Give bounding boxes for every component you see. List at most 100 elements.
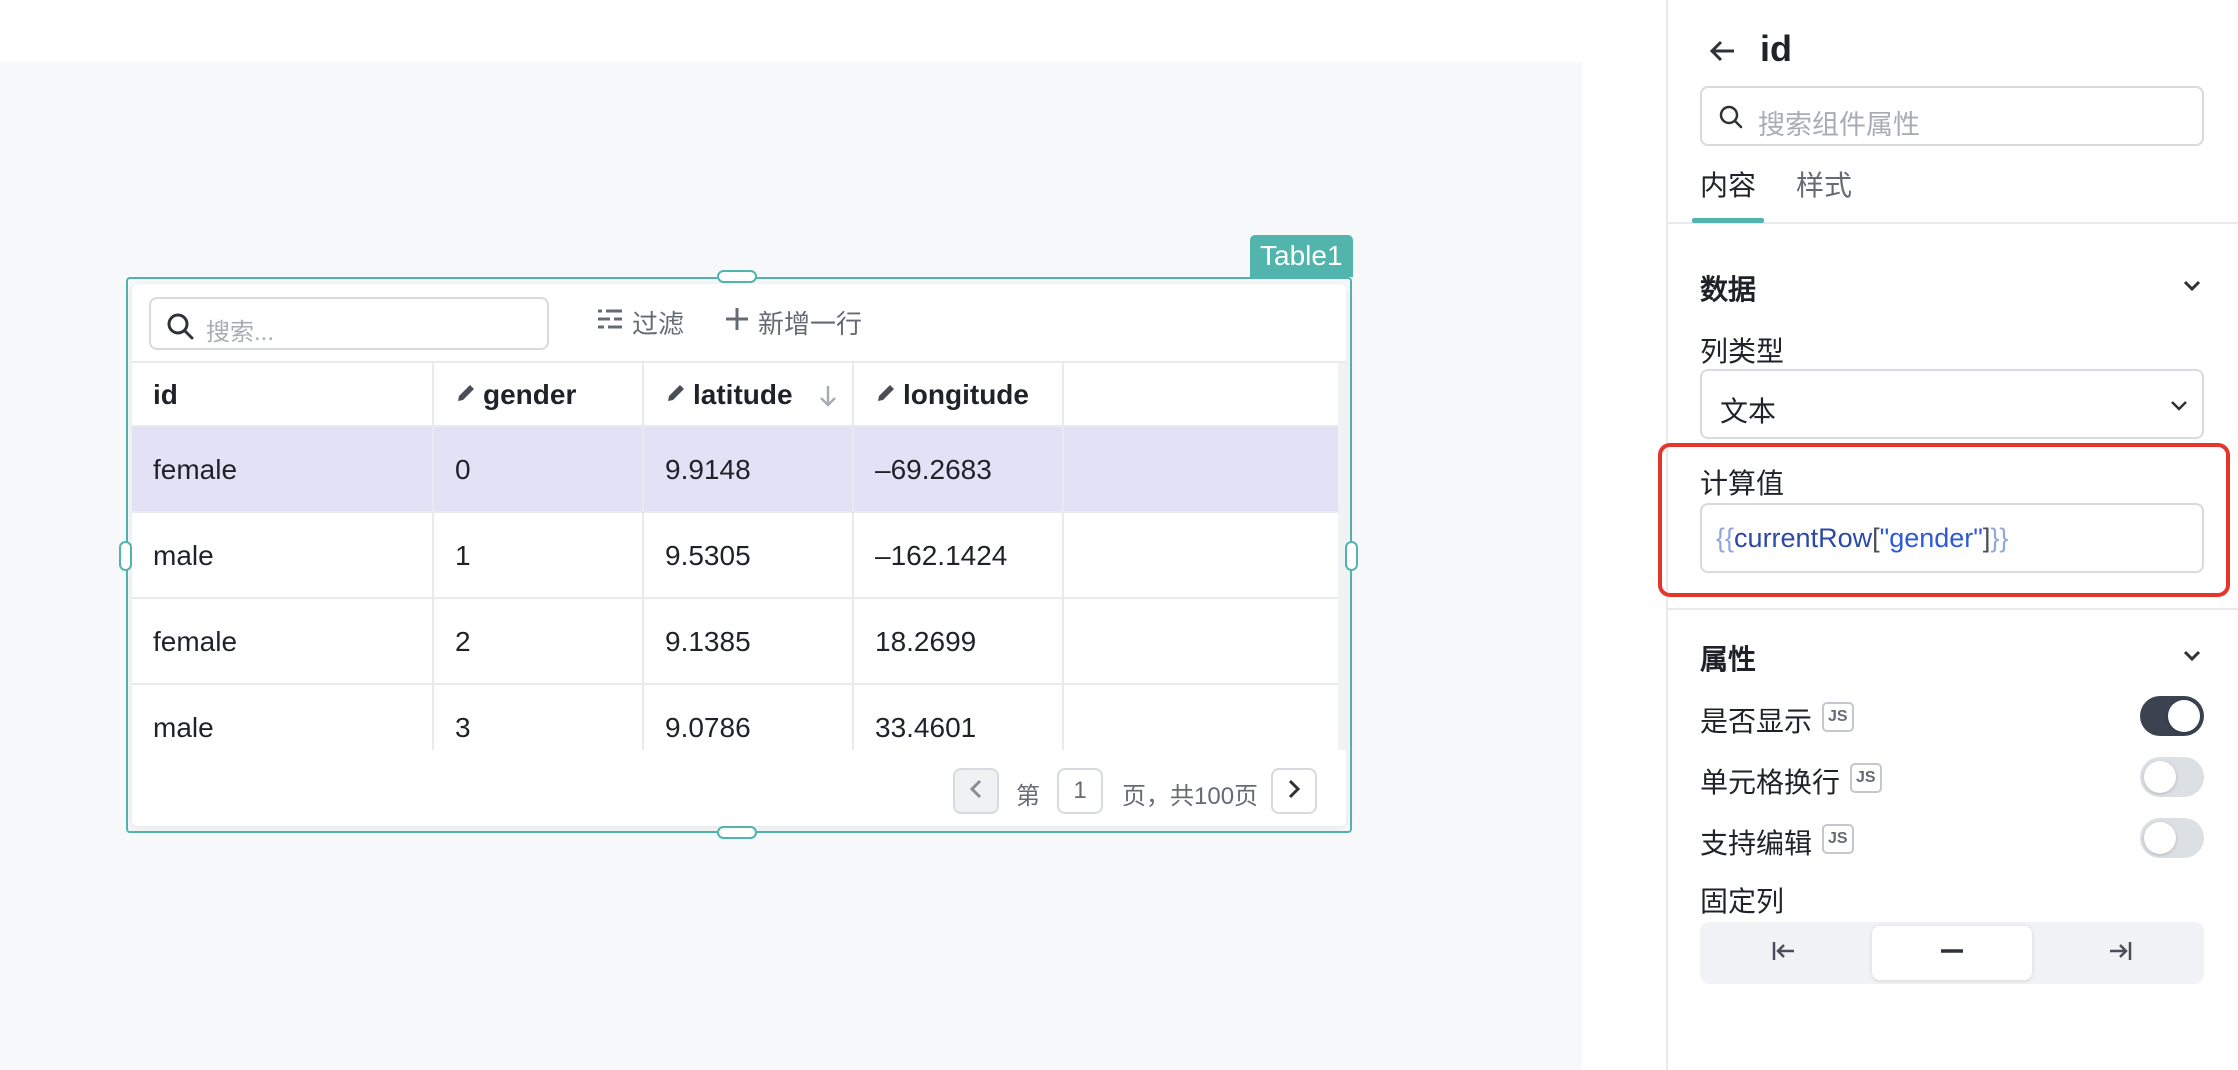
column-type-label: 列类型 — [1700, 336, 1785, 367]
table-cell[interactable]: 1 — [434, 513, 471, 599]
filter-button[interactable]: 过滤 — [596, 304, 684, 340]
column-header-latitude[interactable]: latitude — [644, 363, 854, 427]
column-divider[interactable] — [852, 363, 854, 750]
column-type-select[interactable]: 文本 — [1700, 369, 2204, 439]
table-cell[interactable]: –162.1424 — [854, 513, 1007, 599]
table-cell[interactable]: female — [132, 599, 237, 685]
column-header-longitude[interactable]: longitude — [854, 363, 1029, 427]
table-cell[interactable]: 18.2699 — [854, 599, 976, 685]
resize-handle-right[interactable] — [1345, 541, 1358, 571]
table-cell[interactable]: 0 — [434, 427, 471, 513]
page-number-input[interactable]: 1 — [1057, 768, 1103, 814]
pagination-total: 页，共100页 — [1122, 783, 1259, 810]
table-cell[interactable]: 9.1385 — [644, 599, 751, 685]
prop-row-visible: 是否显示 JS — [1700, 696, 2204, 740]
table-cell[interactable]: male — [132, 513, 214, 599]
active-tab-indicator — [1692, 218, 1764, 223]
editable-toggle[interactable] — [2140, 818, 2204, 858]
no-pin-button[interactable] — [1872, 926, 2032, 980]
edit-pencil-icon — [665, 379, 693, 411]
resize-handle-top[interactable] — [717, 270, 757, 283]
chevron-down-icon — [2168, 395, 2190, 422]
js-badge[interactable]: JS — [1822, 702, 1854, 732]
toggle-knob — [2144, 761, 2176, 793]
column-divider[interactable] — [642, 363, 644, 750]
resize-handle-left[interactable] — [119, 541, 132, 571]
property-search-input[interactable]: 搜索组件属性 — [1700, 86, 2204, 146]
chevron-right-icon — [1285, 778, 1303, 805]
toggle-knob — [2168, 700, 2200, 732]
column-header-label: gender — [483, 379, 577, 410]
column-header-label: longitude — [903, 379, 1029, 410]
chevron-left-icon — [967, 778, 985, 805]
table-cell[interactable]: 9.9148 — [644, 427, 751, 513]
table-cell[interactable]: 9.0786 — [644, 685, 751, 750]
prop-label: 支持编辑 — [1700, 828, 1813, 859]
table-search-placeholder: 搜索... — [206, 319, 275, 346]
table-search-input[interactable]: 搜索... — [149, 297, 549, 350]
js-badge[interactable]: JS — [1822, 824, 1854, 854]
back-arrow-icon[interactable] — [1708, 36, 1738, 71]
tab-style[interactable]: 样式 — [1796, 164, 1852, 204]
table-component[interactable]: 搜索... 过滤 新增一行 id gender latitude longitu… — [132, 284, 1346, 826]
prop-label: 是否显示 — [1700, 706, 1813, 737]
table-row[interactable]: male 1 9.5305 –162.1424 — [132, 513, 1338, 599]
table-body: female 0 9.9148 –69.2683 male 1 9.5305 –… — [132, 427, 1346, 750]
prop-row-wrap: 单元格换行 JS — [1700, 757, 2204, 801]
filter-icon — [596, 307, 632, 338]
tab-content[interactable]: 内容 — [1700, 164, 1756, 204]
section-divider — [1668, 608, 2238, 610]
table-row[interactable]: female 2 9.1385 18.2699 — [132, 599, 1338, 685]
table-cell[interactable]: 33.4601 — [854, 685, 976, 750]
panel-tabs: 内容 样式 — [1668, 160, 2238, 224]
column-header-id[interactable]: id — [132, 363, 178, 427]
component-name-tag[interactable]: Table1 — [1250, 235, 1353, 277]
table-cell[interactable]: 9.5305 — [644, 513, 751, 599]
prop-label: 单元格换行 — [1700, 767, 1841, 798]
js-badge[interactable]: JS — [1850, 763, 1882, 793]
table-header: id gender latitude longitude — [132, 363, 1346, 427]
chevron-down-icon[interactable] — [2180, 644, 2204, 673]
no-pin-icon — [1938, 939, 1966, 968]
column-type-value: 文本 — [1720, 396, 1777, 427]
property-search-placeholder: 搜索组件属性 — [1758, 110, 1920, 140]
search-icon — [1718, 104, 1744, 135]
table-row[interactable]: female 0 9.9148 –69.2683 — [132, 427, 1338, 513]
table-cell[interactable]: –69.2683 — [854, 427, 992, 513]
table-row[interactable]: male 3 9.0786 33.4601 — [132, 685, 1338, 750]
column-header-gender[interactable]: gender — [434, 363, 576, 427]
section-title-props[interactable]: 属性 — [1700, 638, 1756, 678]
add-row-button[interactable]: 新增一行 — [724, 304, 862, 340]
edit-pencil-icon — [455, 379, 483, 411]
pin-right-button[interactable] — [2040, 926, 2200, 980]
pin-left-button[interactable] — [1704, 926, 1864, 980]
toggle-knob — [2144, 822, 2176, 854]
search-icon — [165, 311, 195, 346]
column-divider[interactable] — [1062, 363, 1064, 750]
pagination-prefix: 第 — [1016, 783, 1040, 810]
prop-row-editable: 支持编辑 JS — [1700, 818, 2204, 862]
sort-desc-icon[interactable] — [818, 383, 844, 415]
column-divider[interactable] — [432, 363, 434, 750]
plus-icon — [724, 306, 758, 339]
filter-label: 过滤 — [632, 308, 685, 339]
prev-page-button[interactable] — [953, 768, 999, 814]
pin-right-icon — [2106, 939, 2134, 968]
panel-title: id — [1760, 28, 1792, 69]
resize-handle-bottom[interactable] — [717, 826, 757, 839]
fixed-column-segmented — [1700, 922, 2204, 984]
pin-left-icon — [1770, 939, 1798, 968]
visible-toggle[interactable] — [2140, 696, 2204, 736]
cell-wrap-toggle[interactable] — [2140, 757, 2204, 797]
add-row-label: 新增一行 — [758, 308, 863, 339]
chevron-down-icon[interactable] — [2180, 274, 2204, 303]
table-cell[interactable]: male — [132, 685, 214, 750]
next-page-button[interactable] — [1271, 768, 1317, 814]
table-cell[interactable]: 3 — [434, 685, 471, 750]
fixed-column-label: 固定列 — [1700, 886, 1785, 917]
column-header-label: id — [153, 379, 178, 410]
section-title-data[interactable]: 数据 — [1700, 268, 1756, 308]
edit-pencil-icon — [875, 379, 903, 411]
table-cell[interactable]: 2 — [434, 599, 471, 685]
table-cell[interactable]: female — [132, 427, 237, 513]
